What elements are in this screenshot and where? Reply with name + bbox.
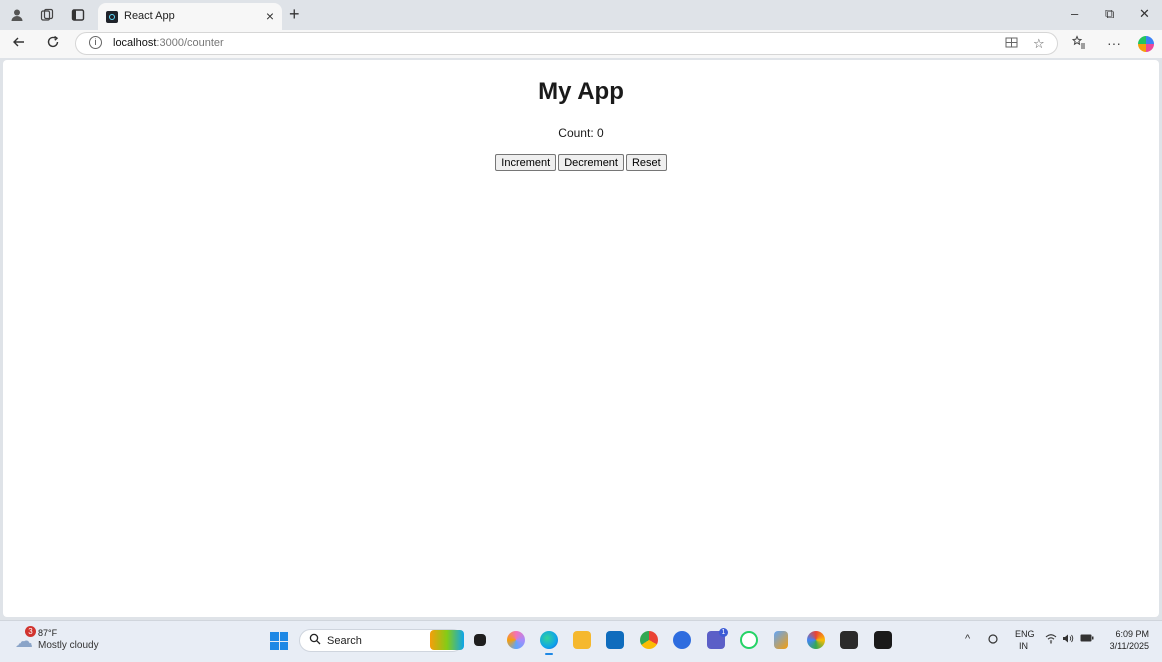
- chrome-icon[interactable]: [640, 631, 658, 649]
- search-icon: [309, 633, 321, 648]
- battery-icon[interactable]: [1080, 633, 1094, 646]
- teams-notification-badge: 1: [719, 628, 728, 637]
- decrement-button[interactable]: Decrement: [558, 154, 624, 171]
- count-label: Count:: [558, 126, 597, 140]
- windows-taskbar: ☁ 3 87°F Mostly cloudy Search 1 ^ ENG IN…: [0, 620, 1162, 662]
- tab-actions-icon[interactable]: [71, 8, 85, 22]
- clock-date[interactable]: 3/11/2025: [1105, 641, 1149, 651]
- copilot-app-icon[interactable]: [507, 631, 525, 649]
- address-bar[interactable]: i localhost:3000/counter ☆: [75, 32, 1058, 55]
- favorites-icon[interactable]: [1071, 35, 1086, 52]
- url-path: :3000/counter: [156, 37, 224, 49]
- outlook-icon[interactable]: [606, 631, 624, 649]
- refresh-icon[interactable]: [46, 35, 60, 53]
- counter-controls: Increment Decrement Reset: [3, 154, 1159, 171]
- favorite-star-icon[interactable]: ☆: [1033, 36, 1045, 52]
- chrome-profile-icon[interactable]: [807, 631, 825, 649]
- web-page-content: My App Count: 0 Increment Decrement Reset: [3, 60, 1159, 617]
- clock-time[interactable]: 6:09 PM: [1115, 629, 1149, 639]
- increment-button[interactable]: Increment: [495, 154, 557, 171]
- edge-browser-icon[interactable]: [540, 631, 558, 655]
- chevron-up-icon[interactable]: ^: [965, 633, 970, 645]
- terminal-icon[interactable]: [840, 631, 858, 649]
- back-icon[interactable]: [12, 35, 26, 53]
- app-store-icon[interactable]: [874, 631, 892, 649]
- weather-description[interactable]: Mostly cloudy: [38, 640, 99, 651]
- whatsapp-icon[interactable]: [740, 631, 758, 649]
- snipping-tool-icon[interactable]: [774, 631, 788, 649]
- wifi-icon[interactable]: [1045, 633, 1057, 647]
- minimize-button[interactable]: –: [1071, 6, 1078, 21]
- weather-alert-badge: 3: [25, 626, 36, 637]
- info-icon[interactable]: i: [89, 36, 102, 49]
- count-value: 0: [597, 126, 604, 140]
- search-highlight-image-icon: [430, 630, 464, 650]
- copilot-icon[interactable]: [1138, 36, 1154, 52]
- page-title: My App: [538, 78, 624, 105]
- react-favicon-icon: [106, 11, 118, 23]
- reset-button[interactable]: Reset: [625, 154, 667, 171]
- task-view-icon[interactable]: [474, 634, 486, 646]
- start-windows-icon[interactable]: [270, 632, 288, 650]
- profile-icon[interactable]: [10, 8, 24, 22]
- workspaces-icon[interactable]: [40, 8, 54, 22]
- count-display: Count: 0: [3, 126, 1159, 140]
- split-screen-icon[interactable]: [1005, 36, 1018, 52]
- weather-temperature[interactable]: 87°F: [38, 628, 57, 638]
- new-tab-button[interactable]: +: [289, 4, 300, 25]
- zoom-icon[interactable]: [673, 631, 691, 649]
- close-tab-icon[interactable]: ×: [266, 8, 274, 24]
- language-indicator[interactable]: ENG: [1015, 629, 1035, 639]
- address-url[interactable]: localhost:3000/counter: [113, 37, 224, 49]
- file-explorer-icon[interactable]: [573, 631, 591, 649]
- volume-icon[interactable]: [1062, 633, 1074, 647]
- tab-title: React App: [124, 10, 175, 22]
- browser-title-bar: React App × + – ⧉ ✕: [0, 0, 1162, 30]
- url-host: localhost: [113, 37, 157, 49]
- language-region[interactable]: IN: [1019, 641, 1028, 651]
- more-icon[interactable]: ···: [1107, 35, 1121, 51]
- network-tray-icon[interactable]: [987, 633, 999, 648]
- restore-button[interactable]: ⧉: [1105, 6, 1114, 22]
- close-window-button[interactable]: ✕: [1139, 6, 1150, 22]
- search-placeholder: Search: [327, 635, 362, 647]
- browser-tab-active[interactable]: React App ×: [98, 3, 282, 30]
- browser-toolbar: i localhost:3000/counter ☆ ···: [0, 30, 1162, 58]
